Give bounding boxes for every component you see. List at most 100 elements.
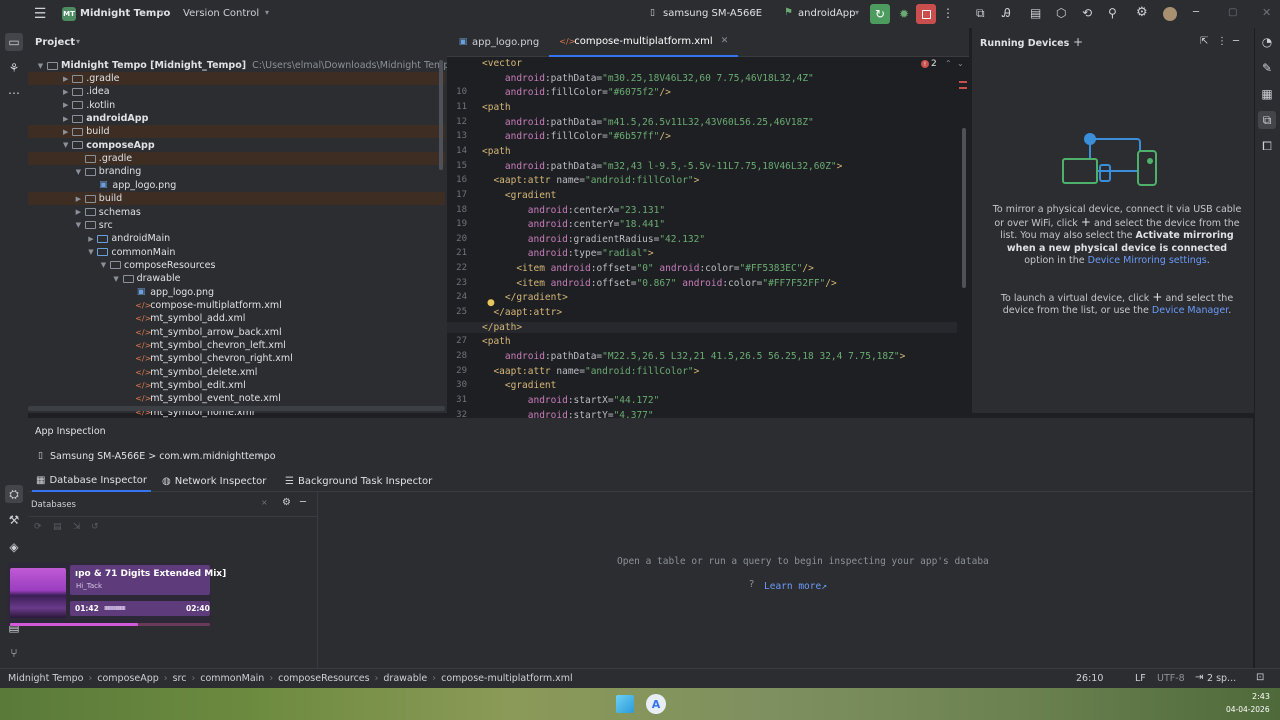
editor-scrollbar[interactable] (962, 128, 966, 288)
chevron-down-icon[interactable]: ▼ (86, 248, 95, 256)
lightbulb-icon[interactable]: ● (487, 298, 495, 308)
error-marker[interactable] (959, 81, 967, 83)
version-control-dropdown[interactable]: Version Control (183, 8, 259, 19)
device-manager-link[interactable]: Device Manager (1152, 305, 1228, 316)
more-tools-icon[interactable]: ⋯ (5, 84, 23, 102)
taskbar-date[interactable]: 04-04-2026 (1226, 705, 1270, 714)
structure-icon[interactable]: ▤ (1030, 6, 1041, 20)
open-in-window-icon[interactable]: ⇱ (1200, 36, 1208, 47)
chevron-right-icon[interactable]: ▶ (61, 128, 70, 136)
tree-item[interactable]: ▶ .gradle (28, 72, 445, 85)
tree-item[interactable]: ▼ src (28, 219, 445, 232)
chevron-right-icon[interactable]: ▶ (86, 235, 95, 243)
tree-item[interactable]: </> mt_symbol_delete.xml (28, 366, 445, 379)
collapse-icon[interactable]: ⨯ (261, 498, 268, 507)
gemini-icon[interactable]: ◈ (5, 538, 23, 556)
settings-gear-icon[interactable]: ⚙ (282, 497, 291, 508)
tree-item[interactable]: </> mt_symbol_add.xml (28, 312, 445, 325)
error-icon[interactable]: ! (921, 60, 929, 68)
lock-icon[interactable]: ⊡ (1256, 672, 1264, 683)
resource-manager-icon[interactable]: ⚘ (5, 59, 23, 77)
chevron-right-icon[interactable]: ▶ (61, 115, 70, 123)
chevron-down-icon[interactable]: ▼ (99, 261, 108, 269)
code-with-me-icon[interactable]: ⚲ (1108, 6, 1117, 20)
tree-item[interactable]: </> mt_symbol_arrow_back.xml (28, 326, 445, 339)
minimize-icon[interactable]: ─ (300, 497, 306, 508)
code-line[interactable]: android:fillColor="#6b57ff"/> (482, 131, 671, 142)
chevron-right-icon[interactable]: ▶ (61, 75, 70, 83)
code-line[interactable]: <path (482, 102, 511, 113)
code-line[interactable]: android:pathData="m41.5,26.5v11L32,43V60… (482, 117, 814, 128)
tree-item[interactable]: ▶ androidMain (28, 232, 445, 245)
export-icon[interactable]: ⇲ (73, 522, 81, 532)
code-line[interactable]: <path (482, 336, 511, 347)
chevron-down-icon[interactable]: ▼ (61, 141, 70, 149)
code-line[interactable]: <gradient (482, 380, 556, 391)
chevron-right-icon[interactable]: ▶ (61, 101, 70, 109)
tab-database-inspector[interactable]: ▦ Database Inspector (32, 470, 151, 492)
tree-scrollbar[interactable] (439, 60, 443, 170)
chevron-right-icon[interactable]: ▶ (74, 195, 83, 203)
project-name-dropdown[interactable]: Midnight Tempo (80, 8, 170, 19)
add-device-icon[interactable]: + (1073, 35, 1083, 49)
learn-more-link[interactable]: Learn more↗ (764, 581, 827, 592)
tab-network-inspector[interactable]: ◍ Network Inspector (162, 470, 266, 492)
refresh-icon[interactable]: ⟳ (34, 522, 42, 532)
hide-panel-icon[interactable]: ─ (1233, 36, 1239, 47)
code-line[interactable]: <aapt:attr name="android:fillColor"> (482, 175, 699, 186)
device-mirroring-settings-link[interactable]: Device Mirroring settings (1088, 255, 1207, 266)
chevron-up-icon[interactable]: ⌃ (945, 59, 952, 68)
tree-item[interactable]: </> compose-multiplatform.xml (28, 299, 445, 312)
translate-icon[interactable]: Ꭿ (1002, 6, 1011, 21)
code-line[interactable]: android:centerX="23.131" (482, 205, 665, 216)
breadcrumb-item[interactable]: composeApp (97, 673, 159, 684)
run-config-selector[interactable]: androidApp (798, 8, 856, 19)
code-line[interactable]: android:centerY="18.441" (482, 219, 665, 230)
code-line[interactable]: android:fillColor="#6075f2"/> (482, 87, 671, 98)
close-window-icon[interactable]: ✕ (1262, 6, 1271, 19)
tree-item[interactable]: ▼ composeResources (28, 259, 445, 272)
project-tool-icon[interactable]: ▭ (5, 33, 23, 51)
more-vertical-icon[interactable]: ⋮ (942, 6, 954, 20)
debug-icon[interactable]: ✹ (895, 5, 913, 23)
code-line[interactable]: <aapt:attr name="android:fillColor"> (482, 366, 699, 377)
device-manager-tool-icon[interactable]: ⧠ (1258, 137, 1276, 155)
code-line[interactable]: </path> (447, 321, 957, 333)
sdk-manager-icon[interactable]: ⬡ (1056, 6, 1066, 20)
code-line[interactable]: <item android:offset="0" android:color="… (482, 263, 814, 274)
rerun-icon[interactable]: ↻ (870, 4, 890, 24)
tree-item[interactable]: </> mt_symbol_edit.xml (28, 379, 445, 392)
chevron-down-icon[interactable]: ⌄ (957, 59, 964, 68)
media-player-popup[interactable]: ıpo & 71 Digits Extended Mix] Hi_Tack 01… (7, 563, 226, 626)
tree-item[interactable]: ▼ branding (28, 165, 445, 178)
git-tool-icon[interactable]: ⑂ (5, 644, 23, 662)
breadcrumb-item[interactable]: Midnight Tempo (8, 673, 83, 684)
code-line[interactable]: <gradient (482, 190, 556, 201)
tree-item[interactable]: ▶ .kotlin (28, 99, 445, 112)
tree-item[interactable]: ▶ build (28, 125, 445, 139)
code-line[interactable]: android:gradientRadius="42.132" (482, 234, 705, 245)
app-inspection-tool-icon[interactable]: ⛭ (5, 485, 23, 503)
breadcrumb-item[interactable]: src (173, 673, 187, 684)
minimize-window-icon[interactable]: ─ (1193, 7, 1199, 18)
tree-item[interactable]: .gradle (28, 152, 445, 166)
project-panel-title[interactable]: Project (35, 37, 75, 48)
tree-root[interactable]: ▼ Midnight Tempo [Midnight_Tempo] C:\Use… (36, 59, 455, 72)
process-selector[interactable]: Samsung SM-A566E > com.wm.midnighttempo (50, 451, 276, 462)
device-selector[interactable]: samsung SM-A566E (663, 8, 762, 19)
file-encoding[interactable]: UTF-8 (1157, 673, 1185, 684)
file-explorer-icon[interactable] (616, 695, 634, 713)
tab-app-logo[interactable]: ▣ app_logo.png (447, 28, 549, 57)
close-tab-icon[interactable]: ✕ (721, 36, 729, 46)
line-separator[interactable]: LF (1135, 673, 1146, 684)
chevron-down-icon[interactable]: ▼ (112, 275, 121, 283)
tab-compose-multiplatform[interactable]: </> compose-multiplatform.xml ✕ (549, 28, 739, 57)
running-devices-tool-icon[interactable]: ⧉ (1258, 111, 1276, 129)
tab-background-task-inspector[interactable]: ☰ Background Task Inspector (285, 470, 432, 492)
taskbar-time[interactable]: 2:43 (1252, 692, 1270, 701)
tree-item[interactable]: ▶ build (28, 192, 445, 206)
build-tool-icon[interactable]: ⚒ (5, 511, 23, 529)
tree-item[interactable]: ▣ app_logo.png (28, 179, 445, 192)
code-line[interactable]: android:pathData="m30.25,18V46L32,60 7.7… (482, 73, 814, 84)
gemini-chat-icon[interactable]: ✎ (1258, 59, 1276, 77)
